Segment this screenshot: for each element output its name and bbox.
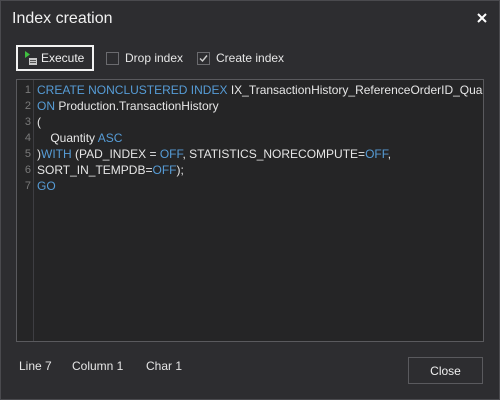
status-line: Line 7 bbox=[19, 359, 52, 373]
sql-keyword: OFF bbox=[152, 163, 177, 177]
code-line: Quantity ASC bbox=[37, 130, 122, 146]
create-index-label: Create index bbox=[216, 51, 285, 65]
execute-label: Execute bbox=[41, 51, 85, 65]
status-column: Column 1 bbox=[72, 359, 124, 373]
sql-text: Production.TransactionHistory bbox=[58, 99, 219, 113]
line-number: 1 bbox=[24, 84, 31, 96]
sql-keyword: OFF bbox=[365, 147, 388, 161]
line-number: 5 bbox=[24, 148, 31, 160]
toolbar: Execute Drop index Create index bbox=[16, 45, 486, 73]
sql-text: IX_TransactionHistory_ReferenceOrderID_Q… bbox=[230, 83, 484, 97]
sql-keyword: ON bbox=[37, 99, 59, 113]
sql-editor[interactable]: 1 2 3 4 5 6 7 CREATE NONCLUSTERED INDEX IX_Tra… bbox=[16, 79, 484, 342]
code-line: CREATE NONCLUSTERED INDEX IX_Transaction… bbox=[37, 82, 484, 98]
sql-text: SORT_IN_TEMPDB= bbox=[37, 163, 153, 177]
code-line: SORT_IN_TEMPDB=OFF); bbox=[37, 162, 184, 178]
code-line: ON Production.TransactionHistory bbox=[37, 98, 219, 114]
create-index-checkbox[interactable]: Create index bbox=[197, 51, 284, 65]
code-line: GO bbox=[37, 178, 56, 194]
sql-text: (PAD_INDEX = bbox=[75, 147, 160, 161]
line-number: 2 bbox=[24, 100, 31, 112]
sql-keyword: GO bbox=[37, 179, 56, 193]
checkmark-icon bbox=[199, 54, 208, 62]
code-line: ( bbox=[37, 114, 41, 130]
sql-text: ); bbox=[176, 163, 184, 177]
title-bar: Index creation bbox=[1, 1, 499, 39]
line-number-gutter: 1 2 3 4 5 6 7 bbox=[17, 80, 34, 341]
sql-text: , bbox=[387, 147, 392, 161]
index-creation-dialog: Index creation Execute Drop index Create… bbox=[0, 0, 500, 400]
code-line: )WITH (PAD_INDEX = OFF, STATISTICS_NOREC… bbox=[37, 146, 391, 162]
sql-text: ( bbox=[37, 115, 41, 129]
dialog-title: Index creation bbox=[12, 10, 113, 27]
close-button[interactable]: Close bbox=[408, 357, 483, 384]
drop-index-checkbox[interactable]: Drop index bbox=[106, 51, 183, 65]
sql-keyword: OFF bbox=[159, 147, 183, 161]
sql-text: , STATISTICS_NORECOMPUTE= bbox=[182, 147, 366, 161]
drop-index-label: Drop index bbox=[125, 51, 184, 65]
status-char: Char 1 bbox=[146, 359, 183, 373]
sql-keyword: WITH bbox=[41, 147, 75, 161]
line-number: 6 bbox=[24, 164, 31, 176]
line-number: 4 bbox=[24, 132, 31, 144]
sql-text: Quantity bbox=[37, 131, 98, 145]
close-icon[interactable] bbox=[471, 7, 493, 29]
sql-keyword: ASC bbox=[97, 131, 123, 145]
execute-icon bbox=[25, 51, 37, 65]
create-index-box[interactable] bbox=[197, 51, 210, 65]
drop-index-box[interactable] bbox=[106, 51, 119, 65]
line-number: 3 bbox=[24, 116, 31, 128]
sql-keyword: CREATE NONCLUSTERED INDEX bbox=[37, 83, 231, 97]
line-number: 7 bbox=[24, 180, 31, 192]
execute-button[interactable]: Execute bbox=[16, 45, 94, 71]
